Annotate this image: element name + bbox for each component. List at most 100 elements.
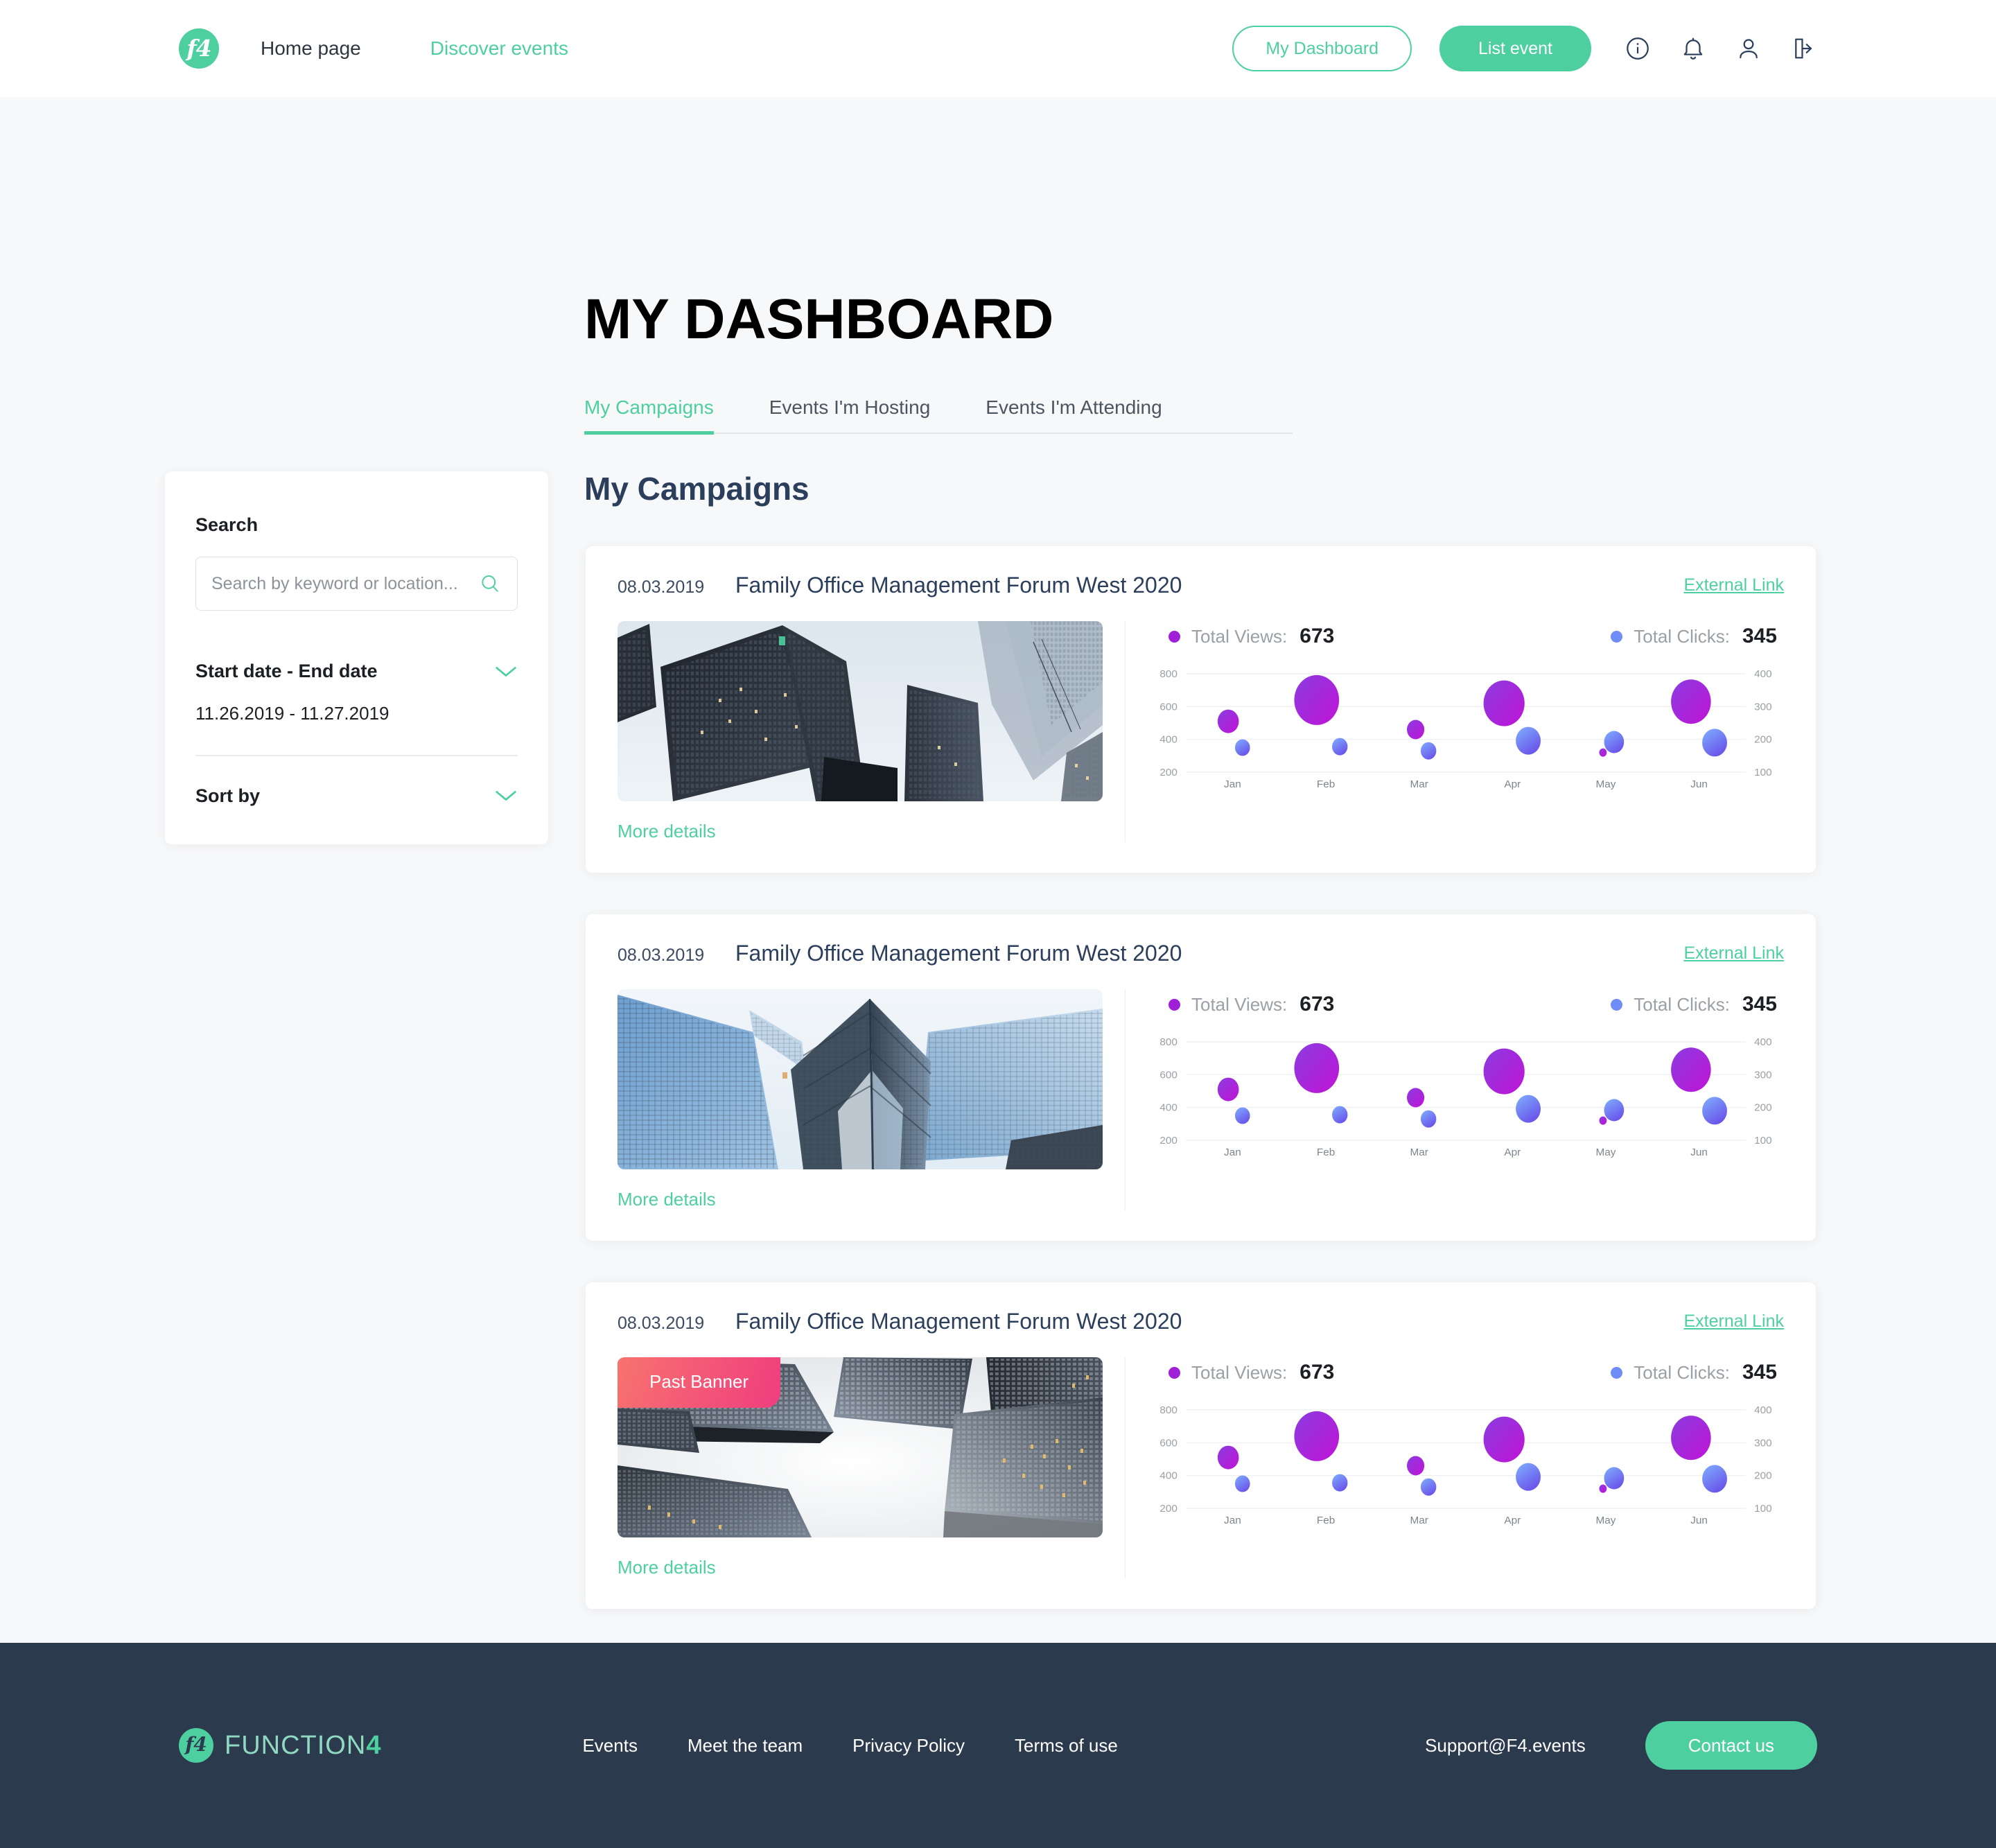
campaign-chart: Total Views: 673 Total Clicks: 345 200 4… xyxy=(1125,989,1784,1210)
clicks-total-value: 345 xyxy=(1742,993,1777,1015)
user-icon[interactable] xyxy=(1735,35,1762,62)
footer-logo-text: f4 xyxy=(185,1733,207,1756)
logout-icon[interactable] xyxy=(1791,35,1817,62)
footer-logo-icon: f4 xyxy=(179,1728,213,1763)
info-icon[interactable] xyxy=(1625,35,1651,62)
my-dashboard-button[interactable]: My Dashboard xyxy=(1232,26,1412,71)
campaign-card: 08.03.2019 Family Office Management Foru… xyxy=(586,1282,1816,1609)
svg-text:Jan: Jan xyxy=(1224,1147,1241,1158)
svg-text:Jan: Jan xyxy=(1224,1515,1241,1526)
page-content: MY DASHBOARD My Campaigns Events I'm Hos… xyxy=(0,97,1996,1643)
card-header: 08.03.2019 Family Office Management Foru… xyxy=(618,941,1784,979)
bubble-chart-canvas: 200 400 600 800 100 200 300 400 Jan Feb Mar Apr May J… xyxy=(1148,667,1784,793)
support-email[interactable]: Support@F4.events xyxy=(1425,1735,1586,1757)
page-title: MY DASHBOARD xyxy=(584,288,1054,351)
list-event-button[interactable]: List event xyxy=(1439,26,1591,71)
svg-text:400: 400 xyxy=(1754,668,1772,680)
svg-text:May: May xyxy=(1596,1147,1616,1158)
search-icon[interactable] xyxy=(480,573,500,594)
bell-icon[interactable] xyxy=(1680,35,1706,62)
campaign-thumbnail[interactable] xyxy=(618,989,1103,1169)
footer-link-meet-the-team[interactable]: Meet the team xyxy=(688,1735,803,1757)
views-total-value: 673 xyxy=(1299,1361,1335,1384)
past-banner-badge: Past Banner xyxy=(618,1357,781,1408)
svg-text:200: 200 xyxy=(1754,1102,1772,1114)
chevron-down-icon[interactable] xyxy=(494,665,518,679)
svg-text:Mar: Mar xyxy=(1410,1515,1428,1526)
card-title: Family Office Management Forum West 2020 xyxy=(735,573,1182,598)
external-link[interactable]: External Link xyxy=(1683,943,1784,964)
svg-text:100: 100 xyxy=(1754,767,1772,778)
svg-text:Feb: Feb xyxy=(1317,1515,1335,1526)
chart-legend: Total Views: 673 Total Clicks: 345 xyxy=(1148,1357,1784,1388)
external-link[interactable]: External Link xyxy=(1683,1311,1784,1332)
svg-text:200: 200 xyxy=(1754,1470,1772,1482)
filters-sidebar: Search Start date - End date 11.26.2019 … xyxy=(165,471,548,844)
legend-total-views: Total Views: 673 xyxy=(1168,1361,1334,1384)
footer-link-terms-of-use[interactable]: Terms of use xyxy=(1015,1735,1118,1757)
campaign-thumbnail[interactable]: Past Banner xyxy=(618,1357,1103,1537)
svg-text:Jun: Jun xyxy=(1690,1147,1708,1158)
svg-text:May: May xyxy=(1596,778,1616,790)
section-heading: My Campaigns xyxy=(584,471,809,507)
svg-text:Jun: Jun xyxy=(1690,1515,1708,1526)
more-details-link[interactable]: More details xyxy=(618,1189,716,1210)
search-input[interactable] xyxy=(211,573,480,594)
campaign-thumbnail[interactable] xyxy=(618,621,1103,801)
footer-brand[interactable]: f4 FUNCTION4 xyxy=(179,1728,381,1763)
chevron-down-icon[interactable] xyxy=(494,789,518,803)
campaign-chart: Total Views: 673 Total Clicks: 345 200 4… xyxy=(1125,621,1784,842)
sort-by-row[interactable]: Sort by xyxy=(195,785,518,807)
header-actions: My Dashboard List event xyxy=(1232,26,1817,71)
card-date: 08.03.2019 xyxy=(618,1314,705,1333)
tab-my-campaigns[interactable]: My Campaigns xyxy=(584,396,714,435)
brand-logo-icon[interactable]: f4 xyxy=(179,28,219,69)
more-details-link[interactable]: More details xyxy=(618,821,716,842)
clicks-legend-label: Total Clicks: xyxy=(1634,625,1730,647)
legend-total-clicks: Total Clicks: 345 xyxy=(1611,1361,1777,1384)
clicks-legend-label: Total Clicks: xyxy=(1634,993,1730,1015)
svg-text:300: 300 xyxy=(1754,1437,1772,1449)
svg-text:800: 800 xyxy=(1159,1036,1178,1048)
svg-text:300: 300 xyxy=(1754,1069,1772,1081)
card-header: 08.03.2019 Family Office Management Foru… xyxy=(618,573,1784,611)
svg-text:600: 600 xyxy=(1159,1437,1178,1449)
views-legend-dot-icon xyxy=(1168,1366,1180,1379)
svg-text:Jan: Jan xyxy=(1224,778,1241,790)
views-legend-dot-icon xyxy=(1168,998,1180,1011)
svg-text:400: 400 xyxy=(1159,1102,1178,1114)
chart-legend: Total Views: 673 Total Clicks: 345 xyxy=(1148,989,1784,1020)
card-date: 08.03.2019 xyxy=(618,945,705,965)
footer-link-privacy-policy[interactable]: Privacy Policy xyxy=(852,1735,965,1757)
svg-text:600: 600 xyxy=(1159,701,1178,713)
footer-nav: Events Meet the team Privacy Policy Term… xyxy=(582,1735,1117,1757)
external-link[interactable]: External Link xyxy=(1683,575,1784,595)
views-total-value: 673 xyxy=(1299,993,1335,1015)
legend-total-clicks: Total Clicks: 345 xyxy=(1611,625,1777,648)
nav-discover-events[interactable]: Discover events xyxy=(430,37,568,60)
brand-logo-text: f4 xyxy=(186,34,211,62)
tab-events-im-attending[interactable]: Events I'm Attending xyxy=(986,396,1162,435)
more-details-link[interactable]: More details xyxy=(618,1557,716,1578)
chart-legend: Total Views: 673 Total Clicks: 345 xyxy=(1148,621,1784,652)
svg-text:Apr: Apr xyxy=(1504,778,1521,790)
legend-total-views: Total Views: 673 xyxy=(1168,993,1334,1016)
clicks-total-value: 345 xyxy=(1742,625,1777,647)
footer-link-events[interactable]: Events xyxy=(582,1735,638,1757)
svg-text:Feb: Feb xyxy=(1317,778,1335,790)
search-field-wrapper[interactable] xyxy=(195,557,518,611)
views-total-value: 673 xyxy=(1299,625,1335,647)
svg-text:100: 100 xyxy=(1754,1503,1772,1515)
bubble-chart-canvas: 200 400 600 800 100 200 300 400 Jan Feb Mar Apr May J… xyxy=(1148,1035,1784,1161)
footer-wordmark-main: FUNCTION xyxy=(225,1730,367,1760)
svg-text:Feb: Feb xyxy=(1317,1147,1335,1158)
clicks-legend-dot-icon xyxy=(1611,998,1623,1011)
contact-us-button[interactable]: Contact us xyxy=(1645,1721,1817,1770)
campaign-card: 08.03.2019 Family Office Management Foru… xyxy=(586,546,1816,873)
clicks-legend-dot-icon xyxy=(1611,1366,1623,1379)
campaign-card: 08.03.2019 Family Office Management Foru… xyxy=(586,914,1816,1241)
nav-home-page[interactable]: Home page xyxy=(261,37,361,60)
date-filter-row[interactable]: Start date - End date xyxy=(195,661,518,682)
tab-events-im-hosting[interactable]: Events I'm Hosting xyxy=(769,396,931,435)
dashboard-tabs: My Campaigns Events I'm Hosting Events I… xyxy=(584,396,1293,435)
